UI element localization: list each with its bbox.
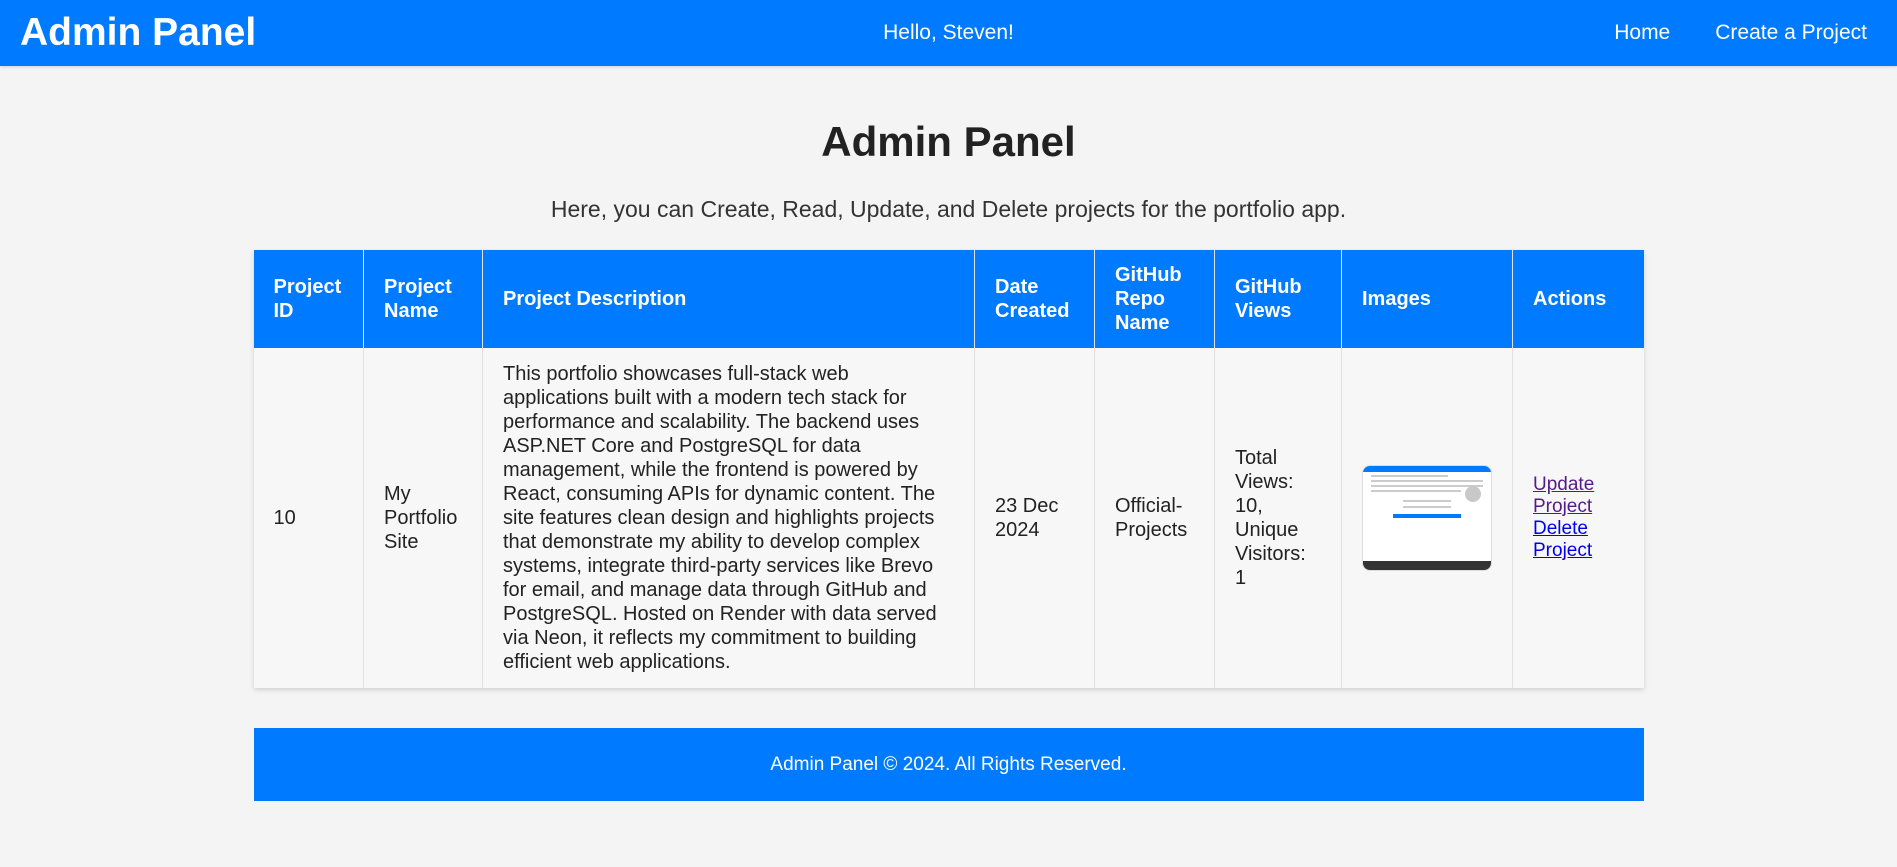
table-header-row: Project ID Project Name Project Descript… bbox=[253, 250, 1644, 348]
nav-create-project-link[interactable]: Create a Project bbox=[1715, 21, 1867, 45]
cell-github-repo-name: Official-Projects bbox=[1094, 348, 1215, 688]
page-title: Admin Panel bbox=[821, 118, 1076, 165]
header-project-id: Project ID bbox=[253, 250, 364, 348]
header-project-description: Project Description bbox=[482, 250, 975, 348]
page-subtitle: Here, you can Create, Read, Update, and … bbox=[550, 196, 1347, 222]
header-github-repo-name: GitHub Repo Name bbox=[1094, 250, 1215, 348]
user-greeting: Hello, Steven! bbox=[883, 21, 1014, 44]
page-footer: Admin Panel © 2024. All Rights Reserved. bbox=[253, 728, 1644, 801]
header-project-name: Project Name bbox=[363, 250, 483, 348]
update-project-link[interactable]: Update Project bbox=[1533, 474, 1624, 518]
main-nav: Home Create a Project bbox=[1614, 21, 1867, 45]
cell-github-views: Total Views: 10, Unique Visitors: 1 bbox=[1214, 348, 1342, 688]
header-github-views: GitHub Views bbox=[1214, 250, 1342, 348]
header-date-created: Date Created bbox=[974, 250, 1095, 348]
footer-text: Admin Panel © 2024. All Rights Reserved. bbox=[770, 753, 1127, 775]
cell-project-id: 10 bbox=[253, 348, 364, 688]
main-content: Admin Panel Here, you can Create, Read, … bbox=[253, 66, 1644, 688]
cell-actions: Update Project Delete Project bbox=[1513, 348, 1644, 688]
top-navbar: Admin Panel Hello, Steven! Home Create a… bbox=[0, 0, 1897, 66]
nav-home-link[interactable]: Home bbox=[1614, 21, 1670, 45]
delete-project-link[interactable]: Delete Project bbox=[1533, 518, 1624, 562]
header-images: Images bbox=[1341, 250, 1513, 348]
table-row: 10 My Portfolio Site This portfolio show… bbox=[253, 348, 1644, 688]
brand-title: Admin Panel bbox=[20, 11, 257, 54]
cell-project-description: This portfolio showcases full-stack web … bbox=[482, 348, 975, 688]
cell-project-name: My Portfolio Site bbox=[363, 348, 483, 688]
cell-images bbox=[1341, 348, 1513, 688]
project-screenshot-thumbnail[interactable] bbox=[1362, 465, 1492, 571]
header-actions: Actions bbox=[1512, 250, 1644, 348]
cell-date-created: 23 Dec 2024 bbox=[974, 348, 1095, 688]
projects-table: Project ID Project Name Project Descript… bbox=[253, 250, 1644, 688]
